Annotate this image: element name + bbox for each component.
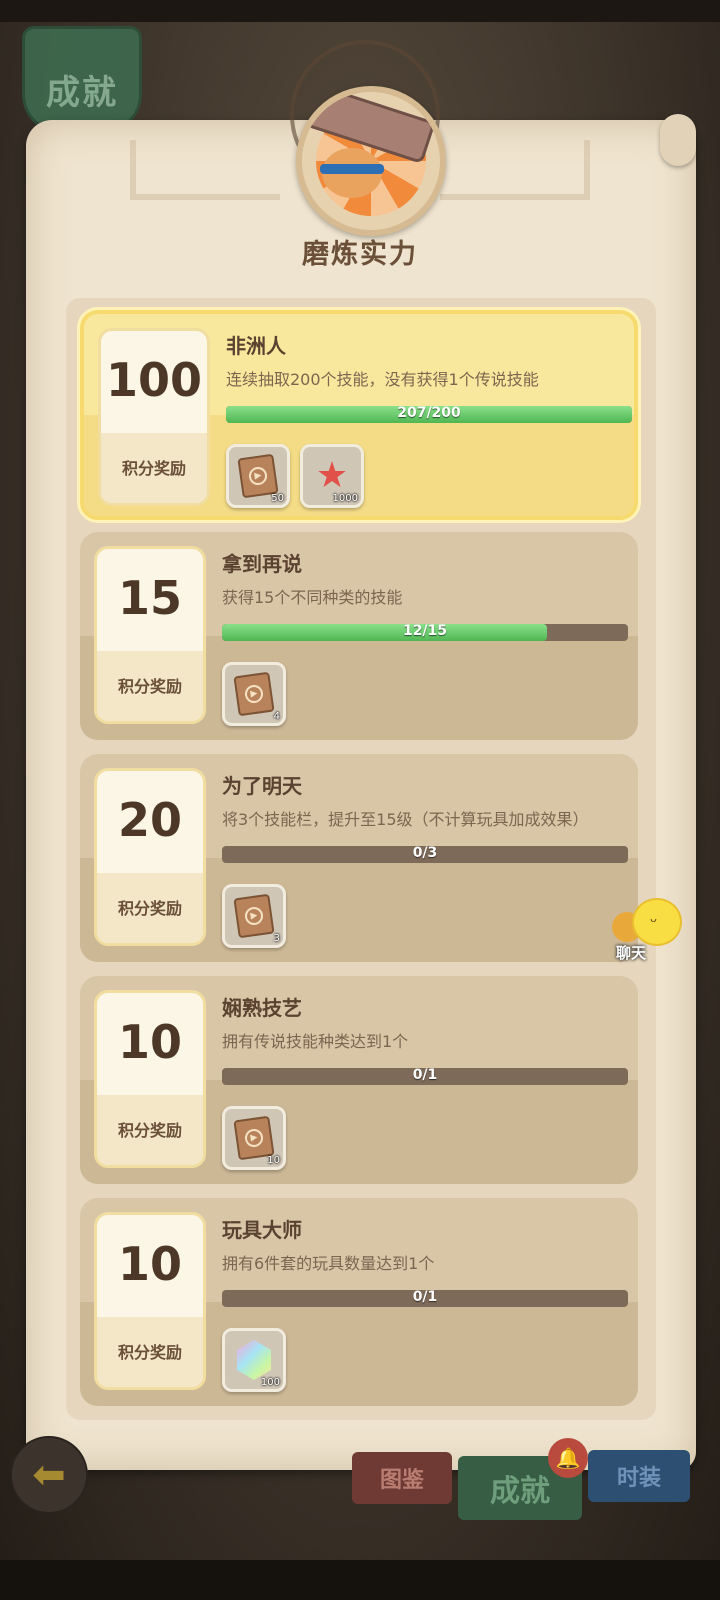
skill-scroll-icon: ▶	[233, 671, 275, 717]
reward-list: ▶ 4	[222, 662, 286, 726]
progress-bar: 12/15	[222, 624, 628, 641]
points-label: 积分奖励	[117, 677, 182, 696]
points-label-area: 积分奖励	[97, 1095, 203, 1165]
achievement-tab[interactable]: 成就	[22, 26, 142, 134]
progress-bar: 0/3	[222, 846, 628, 863]
chat-button[interactable]: ᵕ 聊天	[612, 898, 692, 968]
reward-list: ▶ 3	[222, 884, 286, 948]
points-label: 积分奖励	[117, 1343, 182, 1362]
points-label-area: 积分奖励	[101, 433, 207, 503]
reward-item[interactable]: ▶ 3	[222, 884, 286, 948]
back-button[interactable]: ⬅	[10, 1436, 88, 1514]
progress-text: 12/15	[402, 624, 448, 639]
chat-label: 聊天	[616, 944, 647, 962]
achievement-tab-label: 成就	[46, 73, 118, 113]
hammer-medal-icon	[296, 86, 446, 236]
achievement-description: 拥有6件套的玩具数量达到1个	[222, 1254, 435, 1273]
nav-collection-button[interactable]: 图鉴	[352, 1452, 452, 1504]
nav-fashion-button[interactable]: 时装	[588, 1450, 690, 1502]
bottom-bar	[0, 1560, 720, 1600]
reward-qty: 3	[273, 933, 280, 944]
achievement-name: 为了明天	[222, 774, 302, 798]
progress-text: 0/1	[412, 1068, 438, 1083]
reward-list: ▶ 50 ★ 1000	[226, 444, 364, 508]
reward-qty: 4	[273, 711, 280, 722]
progress-text: 0/1	[412, 1290, 438, 1305]
achievement-card[interactable]: 10 积分奖励 玩具大师 拥有6件套的玩具数量达到1个 0/1 100	[80, 1198, 638, 1406]
skill-scroll-icon: ▶	[233, 1115, 275, 1161]
character-headband	[320, 164, 384, 174]
reward-item[interactable]: ▶ 50	[226, 444, 290, 508]
achievement-list[interactable]: 100 积分奖励 非洲人 连续抽取200个技能，没有获得1个传说技能 207/2…	[66, 298, 656, 1420]
points-value: 10	[117, 1237, 182, 1291]
reward-list: 100	[222, 1328, 286, 1392]
reward-item[interactable]: ▶ 10	[222, 1106, 286, 1170]
progress-bar: 0/1	[222, 1068, 628, 1085]
tribal-decoration-right	[440, 140, 590, 200]
skill-scroll-icon: ▶	[233, 893, 275, 939]
points-box: 20 积分奖励	[94, 768, 206, 946]
points-label: 积分奖励	[117, 899, 182, 918]
reward-item[interactable]: ▶ 4	[222, 662, 286, 726]
achievement-name: 玩具大师	[222, 1218, 302, 1242]
parchment-curl	[660, 114, 696, 166]
reward-qty: 50	[271, 493, 284, 504]
reward-list: ▶ 10	[222, 1106, 286, 1170]
points-box: 10 积分奖励	[94, 990, 206, 1168]
tribal-decoration-left	[130, 140, 280, 200]
crystal-icon	[237, 1340, 271, 1380]
points-box: 100 积分奖励	[98, 328, 210, 506]
points-label: 积分奖励	[121, 459, 186, 478]
points-box: 10 积分奖励	[94, 1212, 206, 1390]
points-value: 20	[117, 793, 182, 847]
starfish-icon: ★	[315, 455, 349, 496]
reward-item[interactable]: 100	[222, 1328, 286, 1392]
achievement-name: 非洲人	[226, 334, 286, 358]
bell-icon: 🔔	[548, 1438, 588, 1478]
progress-bar: 207/200	[226, 406, 632, 423]
back-arrow-icon: ⬅	[32, 1452, 66, 1498]
achievement-card[interactable]: 15 积分奖励 拿到再说 获得15个不同种类的技能 12/15 ▶ 4	[80, 532, 638, 740]
points-label-area: 积分奖励	[97, 651, 203, 721]
points-label-area: 积分奖励	[97, 873, 203, 943]
points-label-area: 积分奖励	[97, 1317, 203, 1387]
achievement-card[interactable]: 10 积分奖励 娴熟技艺 拥有传说技能种类达到1个 0/1 ▶ 10	[80, 976, 638, 1184]
achievement-name: 娴熟技艺	[222, 996, 302, 1020]
achievement-card[interactable]: 100 积分奖励 非洲人 连续抽取200个技能，没有获得1个传说技能 207/2…	[80, 310, 638, 520]
achievement-card[interactable]: 20 积分奖励 为了明天 将3个技能栏，提升至15级（不计算玩具加成效果） 0/…	[80, 754, 638, 962]
section-title: 磨炼实力	[302, 239, 418, 270]
achievement-description: 将3个技能栏，提升至15级（不计算玩具加成效果）	[222, 810, 589, 829]
reward-qty: 1000	[332, 493, 358, 504]
achievement-description: 连续抽取200个技能，没有获得1个传说技能	[226, 370, 539, 389]
reward-qty: 10	[267, 1155, 280, 1166]
points-value: 15	[117, 571, 182, 625]
progress-text: 0/3	[412, 846, 438, 861]
points-value: 10	[117, 1015, 182, 1069]
reward-qty: 100	[260, 1377, 280, 1388]
reward-item[interactable]: ★ 1000	[300, 444, 364, 508]
achievement-description: 获得15个不同种类的技能	[222, 588, 403, 607]
points-box: 15 积分奖励	[94, 546, 206, 724]
achievement-name: 拿到再说	[222, 552, 302, 576]
status-bar	[0, 0, 720, 22]
points-label: 积分奖励	[117, 1121, 182, 1140]
points-value: 100	[105, 353, 203, 407]
progress-text: 207/200	[397, 406, 461, 421]
achievement-description: 拥有传说技能种类达到1个	[222, 1032, 409, 1051]
progress-bar: 0/1	[222, 1290, 628, 1307]
smile-icon: ᵕ	[650, 912, 658, 933]
skill-scroll-icon: ▶	[237, 453, 279, 499]
